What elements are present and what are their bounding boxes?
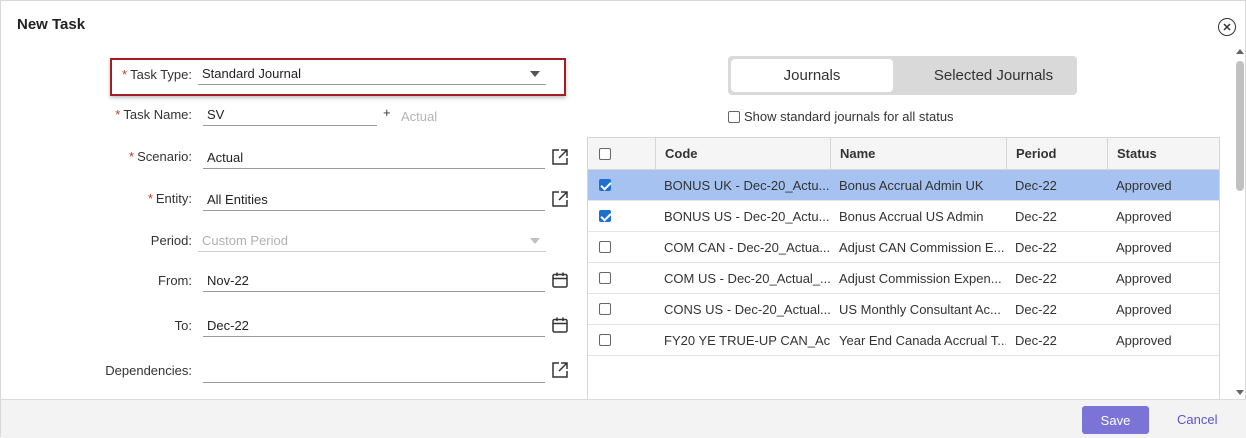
- row-select-cell: [588, 294, 655, 324]
- cell-code: BONUS UK - Dec-20_Actu...: [664, 177, 830, 193]
- row-select-cell: [588, 325, 655, 355]
- tab-journals[interactable]: Journals: [731, 59, 893, 92]
- task-type-label: * Task Type:: [122, 67, 192, 82]
- task-name-plus: +: [383, 105, 391, 120]
- cell-code: COM CAN - Dec-20_Actua...: [664, 239, 830, 255]
- cell-status: Approved: [1116, 332, 1172, 348]
- select-all-checkbox[interactable]: [599, 147, 611, 160]
- chevron-down-icon: [530, 71, 540, 77]
- row-checkbox[interactable]: [599, 179, 611, 191]
- cancel-button[interactable]: Cancel: [1177, 412, 1217, 427]
- cell-code: FY20 YE TRUE-UP CAN_Ac...: [664, 332, 830, 348]
- external-link-icon[interactable]: [551, 361, 569, 379]
- task-type-select[interactable]: Standard Journal: [198, 63, 546, 85]
- journals-toggle: Journals Selected Journals: [728, 56, 1077, 95]
- cell-name: Adjust CAN Commission E...: [839, 239, 1005, 255]
- cell-code: COM US - Dec-20_Actual_...: [664, 270, 830, 286]
- period-select: Custom Period: [198, 230, 546, 252]
- scrollbar-thumb[interactable]: [1236, 61, 1244, 191]
- cell-status: Approved: [1116, 270, 1172, 286]
- cell-name: Bonus Accrual Admin UK: [839, 177, 984, 193]
- journals-grid: Code Name Period Status BONUS UK - Dec-2…: [587, 137, 1220, 401]
- task-name-label: * Task Name:: [115, 107, 192, 122]
- to-input[interactable]: Dec-22: [203, 315, 545, 337]
- entity-label: * Entity:: [147, 191, 192, 206]
- required-marker: *: [122, 67, 128, 82]
- column-header-period[interactable]: Period: [1006, 138, 1107, 169]
- row-select-cell: [588, 170, 655, 200]
- dialog-title: New Task: [17, 16, 86, 33]
- external-link-icon[interactable]: [551, 190, 569, 208]
- entity-input[interactable]: All Entities: [203, 189, 545, 211]
- period-label: Period:: [150, 233, 192, 248]
- chevron-down-icon: [530, 238, 540, 244]
- table-row[interactable]: COM US - Dec-20_Actual_... Adjust Commiss…: [588, 263, 1219, 294]
- row-checkbox[interactable]: [599, 241, 611, 253]
- scroll-up-icon[interactable]: [1236, 49, 1244, 54]
- cell-period: Dec-22: [1015, 208, 1057, 224]
- row-select-cell: [588, 201, 655, 231]
- row-checkbox[interactable]: [599, 334, 611, 346]
- row-checkbox[interactable]: [599, 210, 611, 222]
- dialog-scrollbar[interactable]: [1235, 47, 1245, 399]
- header-select-all-cell: [588, 138, 655, 169]
- cell-code: BONUS US - Dec-20_Actu...: [664, 208, 830, 224]
- cell-period: Dec-22: [1015, 239, 1057, 255]
- dependencies-input[interactable]: [203, 361, 545, 383]
- table-row[interactable]: BONUS US - Dec-20_Actu... Bonus Accrual U…: [588, 201, 1219, 232]
- cell-name: Bonus Accrual US Admin: [839, 208, 984, 224]
- to-label: To:: [174, 318, 192, 333]
- cell-status: Approved: [1116, 208, 1172, 224]
- task-type-value: Standard Journal: [202, 66, 302, 81]
- grid-header: Code Name Period Status: [588, 138, 1219, 170]
- table-row[interactable]: CONS US - Dec-20_Actual... US Monthly Con…: [588, 294, 1219, 325]
- column-header-code[interactable]: Code: [655, 138, 830, 169]
- dialog-footer: Save Cancel: [1, 399, 1246, 438]
- scenario-input[interactable]: Actual: [203, 147, 545, 169]
- row-checkbox[interactable]: [599, 303, 611, 315]
- table-row[interactable]: COM CAN - Dec-20_Actua... Adjust CAN Comm…: [588, 232, 1219, 263]
- cell-name: Year End Canada Accrual T...: [839, 332, 1006, 348]
- show-all-status-checkbox[interactable]: [728, 111, 740, 123]
- cell-status: Approved: [1116, 177, 1172, 193]
- cell-period: Dec-22: [1015, 301, 1057, 317]
- scenario-label: * Scenario:: [129, 149, 192, 164]
- cell-status: Approved: [1116, 239, 1172, 255]
- new-task-dialog: New Task * Task Type: Standard Journal * T…: [0, 0, 1246, 438]
- cell-status: Approved: [1116, 301, 1172, 317]
- dependencies-label: Dependencies:: [105, 363, 192, 378]
- column-header-name[interactable]: Name: [830, 138, 1006, 169]
- table-row[interactable]: FY20 YE TRUE-UP CAN_Ac... Year End Canada…: [588, 325, 1219, 356]
- cell-period: Dec-22: [1015, 332, 1057, 348]
- cell-period: Dec-22: [1015, 177, 1057, 193]
- calendar-icon[interactable]: [551, 316, 569, 334]
- cell-name: Adjust Commission Expen...: [839, 270, 1002, 286]
- tab-selected-journals[interactable]: Selected Journals: [910, 59, 1077, 92]
- close-circle-icon[interactable]: [1218, 18, 1236, 36]
- table-row[interactable]: BONUS UK - Dec-20_Actu... Bonus Accrual A…: [588, 170, 1219, 201]
- task-name-input[interactable]: SV: [203, 104, 377, 126]
- save-button[interactable]: Save: [1082, 406, 1149, 434]
- from-input[interactable]: Nov-22: [203, 270, 545, 292]
- row-checkbox[interactable]: [599, 272, 611, 284]
- scroll-down-icon[interactable]: [1236, 390, 1244, 395]
- external-link-icon[interactable]: [551, 148, 569, 166]
- cell-period: Dec-22: [1015, 270, 1057, 286]
- task-name-suffix: Actual: [401, 109, 438, 124]
- cell-name: US Monthly Consultant Ac...: [839, 301, 1001, 317]
- cell-code: CONS US - Dec-20_Actual...: [664, 301, 830, 317]
- row-select-cell: [588, 232, 655, 262]
- calendar-icon[interactable]: [551, 271, 569, 289]
- from-label: From:: [158, 273, 192, 288]
- row-select-cell: [588, 263, 655, 293]
- column-header-status[interactable]: Status: [1107, 138, 1219, 169]
- show-all-status-label: Show standard journals for all status: [744, 109, 954, 124]
